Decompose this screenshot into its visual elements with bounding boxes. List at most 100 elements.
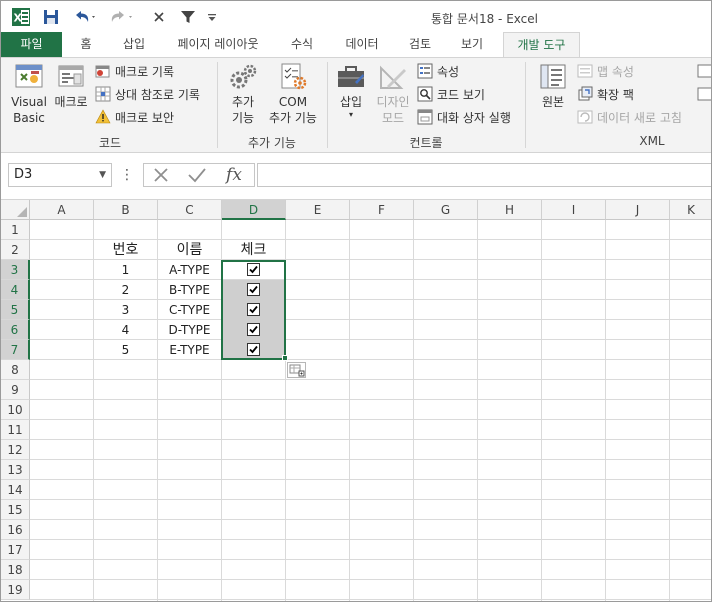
row-header-19[interactable]: 19 <box>1 580 30 600</box>
com-addins-label-2: 추가 기능 <box>269 111 317 125</box>
window-title: 통합 문서18 - Excel <box>431 12 538 26</box>
run-dialog-button[interactable]: 대화 상자 실행 <box>417 107 511 127</box>
relative-reference-label: 상대 참조로 기록 <box>115 87 200 102</box>
cell-b7[interactable]: 5 <box>94 340 157 360</box>
name-box[interactable]: D3 ▼ <box>8 163 112 187</box>
undo-icon[interactable] <box>71 7 99 27</box>
cell-b3[interactable]: 1 <box>94 260 157 280</box>
cell-d2[interactable]: 체크 <box>222 240 285 260</box>
row-header-14[interactable]: 14 <box>1 480 30 500</box>
tab-formulas[interactable]: 수식 <box>283 32 321 57</box>
enter-icon[interactable] <box>185 163 209 187</box>
row-header-17[interactable]: 17 <box>1 540 30 560</box>
customize-icon[interactable] <box>205 7 219 27</box>
redo-icon[interactable] <box>109 7 137 27</box>
cell-b5[interactable]: 3 <box>94 300 157 320</box>
save-icon[interactable] <box>41 7 61 27</box>
row-header-16[interactable]: 16 <box>1 520 30 540</box>
column-header-f[interactable]: F <box>350 200 414 220</box>
column-header-j[interactable]: J <box>606 200 670 220</box>
row-header-1[interactable]: 1 <box>1 220 30 240</box>
column-header-i[interactable]: I <box>542 200 606 220</box>
select-all-button[interactable] <box>1 200 30 220</box>
expansion-packs-icon <box>577 86 593 102</box>
visual-basic-button[interactable]: Visual Basic <box>7 62 51 126</box>
relative-reference-icon <box>95 86 111 102</box>
tab-view[interactable]: 보기 <box>453 32 491 57</box>
more-options-icon[interactable]: ⋮ <box>119 163 135 187</box>
row-header-13[interactable]: 13 <box>1 460 30 480</box>
insert-function-icon[interactable]: fx <box>221 163 247 187</box>
cell-c7[interactable]: E-TYPE <box>158 340 221 360</box>
macro-security-button[interactable]: 매크로 보안 <box>95 107 174 127</box>
cell-c6[interactable]: D-TYPE <box>158 320 221 340</box>
record-macro-button[interactable]: 매크로 기록 <box>95 61 174 81</box>
excel-logo-icon[interactable]: X <box>11 7 31 27</box>
tab-developer[interactable]: 개발 도구 <box>503 32 580 58</box>
tab-file[interactable]: 파일 <box>1 32 62 57</box>
row-header-9[interactable]: 9 <box>1 380 30 400</box>
design-mode-button[interactable]: 디자인 모드 <box>371 62 415 126</box>
com-addins-button[interactable]: COM 추가 기능 <box>265 62 321 126</box>
cell-b2[interactable]: 번호 <box>94 240 157 260</box>
cell-b4[interactable]: 2 <box>94 280 157 300</box>
row-header-4[interactable]: 4 <box>1 280 30 300</box>
cell-c4[interactable]: B-TYPE <box>158 280 221 300</box>
import-button[interactable] <box>697 61 711 81</box>
expansion-packs-button[interactable]: 확장 팩 <box>577 84 634 104</box>
gridline <box>30 439 711 440</box>
visual-basic-icon <box>13 62 45 92</box>
macro-button[interactable]: 매크로 <box>51 62 91 110</box>
cancel-icon[interactable] <box>149 163 173 187</box>
tab-review[interactable]: 검토 <box>401 32 439 57</box>
map-properties-button[interactable]: 맵 속성 <box>577 61 634 81</box>
column-header-a[interactable]: A <box>30 200 94 220</box>
cell-c5[interactable]: C-TYPE <box>158 300 221 320</box>
view-code-button[interactable]: 코드 보기 <box>417 84 485 104</box>
refresh-data-button[interactable]: 데이터 새로 고침 <box>577 107 682 127</box>
cell-b6[interactable]: 4 <box>94 320 157 340</box>
column-header-k[interactable]: K <box>670 200 711 220</box>
tab-page-layout[interactable]: 페이지 레이아웃 <box>167 32 269 57</box>
name-box-dropdown-icon[interactable]: ▼ <box>99 164 106 186</box>
insert-control-button[interactable]: 삽입 ▾ <box>333 62 369 120</box>
column-header-b[interactable]: B <box>94 200 158 220</box>
row-header-6[interactable]: 6 <box>1 320 30 340</box>
row-header-2[interactable]: 2 <box>1 240 30 260</box>
column-header-d[interactable]: D <box>222 200 286 220</box>
quick-analysis-button[interactable] <box>287 362 306 378</box>
column-header-e[interactable]: E <box>286 200 350 220</box>
tab-data[interactable]: 데이터 <box>337 32 387 57</box>
row-header-10[interactable]: 10 <box>1 400 30 420</box>
ribbon: Visual Basic 매크로 매크로 기록 상대 참조로 기록 매크로 보안… <box>1 57 711 153</box>
cell-c3[interactable]: A-TYPE <box>158 260 221 280</box>
column-header-g[interactable]: G <box>414 200 478 220</box>
tab-home[interactable]: 홈 <box>71 32 101 57</box>
formula-input[interactable] <box>257 163 711 187</box>
row-header-15[interactable]: 15 <box>1 500 30 520</box>
row-header-7[interactable]: 7 <box>1 340 30 360</box>
row-header-5[interactable]: 5 <box>1 300 30 320</box>
relative-reference-button[interactable]: 상대 참조로 기록 <box>95 84 200 104</box>
addins-button[interactable]: 추가 기능 <box>223 62 263 126</box>
fill-handle[interactable] <box>282 355 288 361</box>
properties-button[interactable]: 속성 <box>417 61 459 81</box>
row-header-8[interactable]: 8 <box>1 360 30 380</box>
export-button[interactable] <box>697 84 711 104</box>
row-header-11[interactable]: 11 <box>1 420 30 440</box>
tab-insert[interactable]: 삽입 <box>115 32 153 57</box>
clear-icon[interactable] <box>151 7 167 27</box>
xml-source-icon <box>537 62 569 92</box>
row-header-3[interactable]: 3 <box>1 260 30 280</box>
gridline <box>669 220 670 601</box>
column-header-c[interactable]: C <box>158 200 222 220</box>
row-header-12[interactable]: 12 <box>1 440 30 460</box>
xml-source-button[interactable]: 원본 <box>533 62 573 110</box>
filter-icon[interactable] <box>178 7 198 27</box>
group-separator <box>217 62 218 148</box>
gridline <box>30 519 711 520</box>
row-header-18[interactable]: 18 <box>1 560 30 580</box>
cell-c2[interactable]: 이름 <box>158 240 221 260</box>
column-header-h[interactable]: H <box>478 200 542 220</box>
record-macro-label: 매크로 기록 <box>115 64 175 79</box>
